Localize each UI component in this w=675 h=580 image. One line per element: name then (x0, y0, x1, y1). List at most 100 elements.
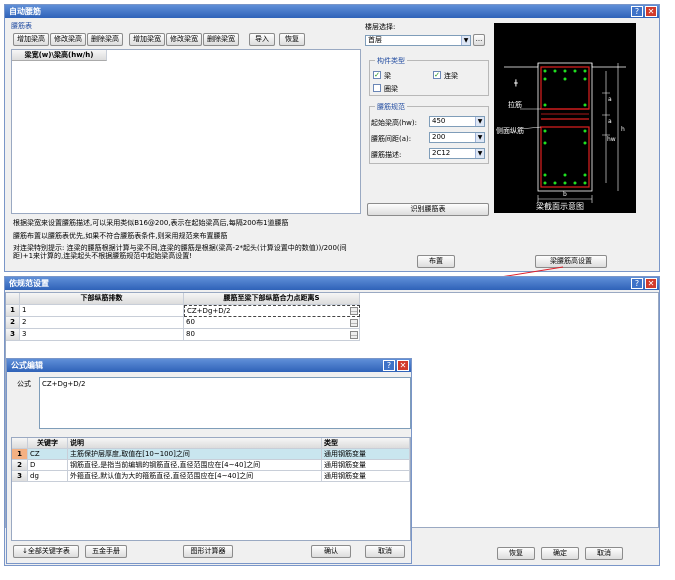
formula-cancel-button[interactable]: 取消 (365, 545, 405, 558)
formula-edit-window: 公式编辑 ? ✕ 公式 CZ+Dg+D/2 关键字 说明 类型 1 CZ 主筋保… (6, 358, 412, 564)
row-header-corner (12, 438, 28, 449)
beam-section-svg: ╋ 拉筋 侧面纵筋 a a hw h b (496, 62, 626, 203)
svg-text:a: a (608, 118, 612, 125)
type-cell[interactable]: 通用钢筋变量 (322, 460, 410, 471)
row-number: 3 (6, 329, 20, 341)
chevron-down-icon[interactable]: ▼ (461, 36, 470, 45)
restore-button[interactable]: 恢复 (279, 33, 305, 46)
ellipsis-button[interactable]: … (350, 331, 358, 339)
svg-text:拉筋: 拉筋 (508, 100, 522, 109)
help-button[interactable]: ? (383, 360, 395, 371)
svg-text:侧面纵筋: 侧面纵筋 (496, 126, 524, 135)
spacing-label: 腰筋间距(a): (371, 135, 412, 143)
row-number: 3 (12, 471, 28, 482)
layout-button[interactable]: 布置 (417, 255, 455, 268)
spec-ok-button[interactable]: 确定 (541, 547, 579, 560)
header-description: 说明 (68, 438, 322, 449)
formula-textarea[interactable]: CZ+Dg+D/2 (39, 377, 411, 429)
note-3: 对连梁特别提示: 连梁的腰筋根据计算与梁不同,连梁的腰筋是根据(梁高-2*起头(… (13, 244, 347, 260)
svg-text:╋: ╋ (513, 79, 518, 87)
window-title: 公式编辑 (11, 361, 43, 370)
floor-select[interactable]: 首层 ▼ (365, 35, 471, 46)
distance-cell[interactable]: 80 (184, 329, 360, 341)
close-button[interactable]: ✕ (645, 6, 657, 17)
keyword-cell[interactable]: dg (28, 471, 68, 482)
hardware-manual-button[interactable]: 五金手册 (85, 545, 127, 558)
distance-cell[interactable]: 60 (184, 317, 360, 329)
rows-count-cell[interactable]: 3 (20, 329, 184, 341)
description-cell[interactable]: 主筋保护层厚度,取值在[10~100]之间 (68, 449, 322, 460)
member-coupling-beam-label: 连梁 (444, 72, 458, 80)
column-header: 梁宽(w)\梁高(hw/h) (12, 50, 107, 61)
header-keyword: 关键字 (28, 438, 68, 449)
waist-height-setting-button[interactable]: 梁腰筋高设置 (535, 255, 607, 268)
delete-height-button[interactable]: 删除梁高 (87, 33, 123, 46)
member-ring-beam-label: 圈梁 (384, 85, 398, 93)
svg-text:a: a (608, 96, 612, 103)
diagram-caption: 梁截面示意图 (536, 202, 584, 211)
title-bar: 公式编辑 (7, 359, 411, 372)
row-number: 2 (6, 317, 20, 329)
spec-cancel-button[interactable]: 取消 (585, 547, 623, 560)
formula-label: 公式 (17, 380, 31, 388)
description-select[interactable]: 2C12 ▼ (429, 148, 485, 159)
svg-text:h: h (621, 126, 625, 133)
start-height-select[interactable]: 450 ▼ (429, 116, 485, 127)
title-bar: 依规范设置 (5, 277, 659, 290)
svg-text:b: b (563, 191, 567, 198)
start-height-label: 起始梁高(hw): (371, 119, 417, 127)
header-type: 类型 (322, 438, 410, 449)
add-height-button[interactable]: 增加梁高 (13, 33, 49, 46)
distance-cell[interactable]: CZ+Dg+D/2 (184, 305, 360, 317)
table-label: 腰筋表 (11, 22, 32, 30)
row-number: 1 (12, 449, 28, 460)
header-bottom-rows: 下部纵筋排数 (20, 293, 184, 305)
floor-more-button[interactable]: ... (473, 34, 485, 46)
identify-table-button[interactable]: 识别腰筋表 (367, 203, 489, 216)
close-button[interactable]: ✕ (645, 278, 657, 289)
window-title: 依规范设置 (9, 279, 49, 288)
member-beam-checkbox[interactable]: ✓ (373, 71, 381, 79)
edit-width-button[interactable]: 修改梁宽 (166, 33, 202, 46)
spec-restore-button[interactable]: 恢复 (497, 547, 535, 560)
row-number: 1 (6, 305, 20, 317)
keyword-cell[interactable]: CZ (28, 449, 68, 460)
add-width-button[interactable]: 增加梁宽 (129, 33, 165, 46)
description-cell[interactable]: 钢筋直径,是指当前编辑的钢筋直径,直径范围应在[4~40]之间 (68, 460, 322, 471)
delete-width-button[interactable]: 删除梁宽 (203, 33, 239, 46)
chevron-down-icon[interactable]: ▼ (475, 149, 484, 158)
help-button[interactable]: ? (631, 278, 643, 289)
ellipsis-button[interactable]: … (350, 307, 358, 315)
chevron-down-icon[interactable]: ▼ (475, 117, 484, 126)
chevron-down-icon[interactable]: ▼ (475, 133, 484, 142)
window-title: 自动腰筋 (9, 7, 41, 16)
row-number: 2 (12, 460, 28, 471)
waist-rebar-table[interactable]: 梁宽(w)\梁高(hw/h) (11, 49, 361, 214)
note-1: 根据梁宽来设置腰筋描述,可以采用类似B16@200,表示在起始梁高后,每隔200… (13, 219, 289, 227)
graphic-calculator-button[interactable]: 图形计算器 (183, 545, 233, 558)
keyword-cell[interactable]: D (28, 460, 68, 471)
member-ring-beam-checkbox[interactable] (373, 84, 381, 92)
formula-ok-button[interactable]: 确认 (311, 545, 351, 558)
description-cell[interactable]: 外箍直径,默认值为大的箍筋直径,直径范围应在[4~40]之间 (68, 471, 322, 482)
help-button[interactable]: ? (631, 6, 643, 17)
floor-label: 楼层选择: (365, 23, 396, 31)
member-coupling-beam-checkbox[interactable]: ✓ (433, 71, 441, 79)
type-cell[interactable]: 通用钢筋变量 (322, 471, 410, 482)
all-keywords-button[interactable]: ↓全部关键字表 (13, 545, 79, 558)
rows-count-cell[interactable]: 2 (20, 317, 184, 329)
close-button[interactable]: ✕ (397, 360, 409, 371)
auto-waist-rebar-window: 自动腰筋 ? ✕ 腰筋表 增加梁高 修改梁高 删除梁高 增加梁宽 修改梁宽 删除… (4, 4, 660, 272)
import-button[interactable]: 导入 (249, 33, 275, 46)
description-label: 腰筋描述: (371, 151, 402, 159)
type-cell[interactable]: 通用钢筋变量 (322, 449, 410, 460)
keyword-table[interactable]: 关键字 说明 类型 1 CZ 主筋保护层厚度,取值在[10~100]之间 通用钢… (11, 437, 411, 541)
header-distance: 腰筋至梁下部纵筋合力点距离S (184, 293, 360, 305)
rows-count-cell[interactable]: 1 (20, 305, 184, 317)
ellipsis-button[interactable]: … (350, 319, 358, 327)
spacing-select[interactable]: 200 ▼ (429, 132, 485, 143)
beam-section-diagram: ╋ 拉筋 侧面纵筋 a a hw h b 梁截面示意图 (494, 23, 636, 213)
row-header-corner (6, 293, 20, 305)
title-bar: 自动腰筋 (5, 5, 659, 18)
edit-height-button[interactable]: 修改梁高 (50, 33, 86, 46)
